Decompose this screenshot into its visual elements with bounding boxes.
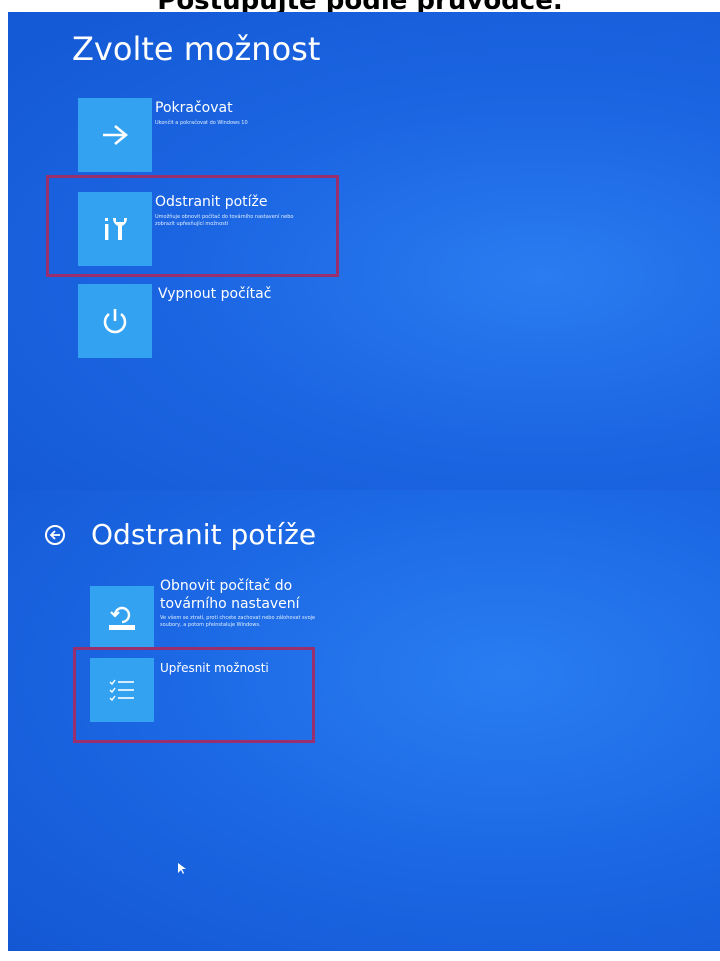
shutdown-tile[interactable] bbox=[78, 284, 152, 358]
option-reset-label-line1: Obnovit počítač do bbox=[160, 578, 293, 594]
highlight-box-advanced bbox=[73, 647, 315, 743]
troubleshoot-screen: Odstranit potíže Obnovit počítač do tová… bbox=[8, 490, 720, 951]
back-arrow-icon bbox=[49, 530, 60, 540]
option-shutdown-label: Vypnout počítač bbox=[158, 286, 272, 302]
reset-icon bbox=[109, 606, 135, 630]
option-continue-desc: Ukončit a pokračovat do Windows 10 bbox=[155, 120, 248, 126]
option-continue-label: Pokračovat bbox=[155, 100, 233, 116]
screen-title: Odstranit potíže bbox=[91, 518, 317, 551]
option-reset-label-line2: továrního nastavení bbox=[160, 596, 300, 612]
screen-title: Zvolte možnost bbox=[72, 30, 321, 68]
arrow-right-icon bbox=[103, 124, 129, 146]
continue-tile[interactable] bbox=[78, 98, 152, 172]
option-reset-desc: Ve všem se ztratí, proti chcete zachovat… bbox=[160, 615, 316, 628]
back-button[interactable] bbox=[45, 525, 65, 545]
bottom-margin bbox=[0, 951, 720, 961]
reset-tile[interactable] bbox=[90, 586, 154, 650]
power-icon bbox=[103, 309, 127, 334]
mouse-cursor-icon bbox=[178, 863, 186, 874]
choose-option-screen: Zvolte možnost Pokračovat Ukončit a pokr… bbox=[8, 12, 720, 492]
highlight-box-troubleshoot bbox=[46, 175, 339, 277]
